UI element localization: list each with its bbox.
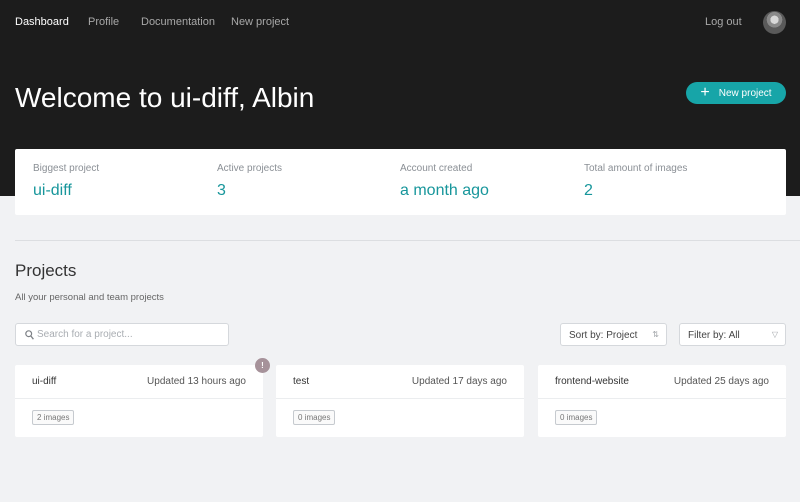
project-card-frontend-website[interactable]: frontend-website Updated 25 days ago 0 i…: [538, 365, 786, 437]
new-project-button-label: New project: [718, 87, 772, 99]
project-updated: Updated 25 days ago: [673, 376, 769, 387]
stat-label: Active projects: [217, 163, 283, 174]
plus-icon: +: [700, 84, 710, 101]
filter-select-label: Filter by: All: [688, 330, 740, 341]
stats-panel: Biggest project ui-diff Active projects …: [15, 149, 786, 215]
card-header: frontend-website Updated 25 days ago: [538, 365, 786, 399]
filter-icon: ▽: [771, 330, 778, 339]
project-updated: Updated 17 days ago: [411, 376, 507, 387]
project-name[interactable]: ui-diff: [32, 376, 56, 387]
image-count-badge: 2 images: [32, 410, 75, 425]
search-input[interactable]: [37, 326, 222, 343]
stat-value[interactable]: ui-diff: [33, 182, 72, 200]
project-card-ui-diff[interactable]: ui-diff Updated 13 hours ago 2 images: [15, 365, 263, 437]
card-header: ui-diff Updated 13 hours ago: [15, 365, 263, 399]
sort-select-label: Sort by: Project: [569, 330, 638, 341]
top-nav: Dashboard Profile Documentation New proj…: [0, 0, 800, 44]
image-count-badge: 0 images: [555, 410, 598, 425]
project-name[interactable]: frontend-website: [555, 376, 629, 387]
stat-label: Biggest project: [33, 163, 100, 174]
new-project-button[interactable]: + New project: [686, 82, 786, 104]
project-name[interactable]: test: [293, 376, 309, 387]
page-title: Welcome to ui-diff, Albin: [15, 82, 315, 113]
nav-dashboard[interactable]: Dashboard: [15, 16, 69, 28]
image-count-badge: 0 images: [293, 410, 336, 425]
search-box[interactable]: [15, 323, 229, 346]
filter-select[interactable]: Filter by: All ▽: [679, 323, 786, 346]
sort-select[interactable]: Sort by: Project ⇅: [560, 323, 667, 346]
nav-documentation[interactable]: Documentation: [141, 16, 215, 28]
stat-value: 3: [217, 182, 226, 199]
section-divider: [15, 240, 800, 241]
projects-subtitle: All your personal and team projects: [15, 292, 164, 303]
search-icon: [25, 330, 34, 340]
stat-label: Total amount of images: [584, 163, 688, 174]
stat-value: 2: [584, 182, 593, 199]
logout-link[interactable]: Log out: [705, 16, 742, 28]
projects-title: Projects: [15, 261, 77, 280]
nav-new-project[interactable]: New project: [231, 16, 289, 28]
project-updated: Updated 13 hours ago: [147, 376, 246, 387]
project-card-test[interactable]: test Updated 17 days ago 0 images: [276, 365, 524, 437]
stat-value: a month ago: [400, 182, 489, 199]
avatar[interactable]: [763, 11, 786, 34]
sort-icon: ⇅: [652, 330, 659, 339]
stat-label: Account created: [400, 163, 473, 174]
notification-badge[interactable]: !: [255, 358, 270, 373]
card-header: test Updated 17 days ago: [276, 365, 524, 399]
nav-profile[interactable]: Profile: [88, 16, 119, 28]
